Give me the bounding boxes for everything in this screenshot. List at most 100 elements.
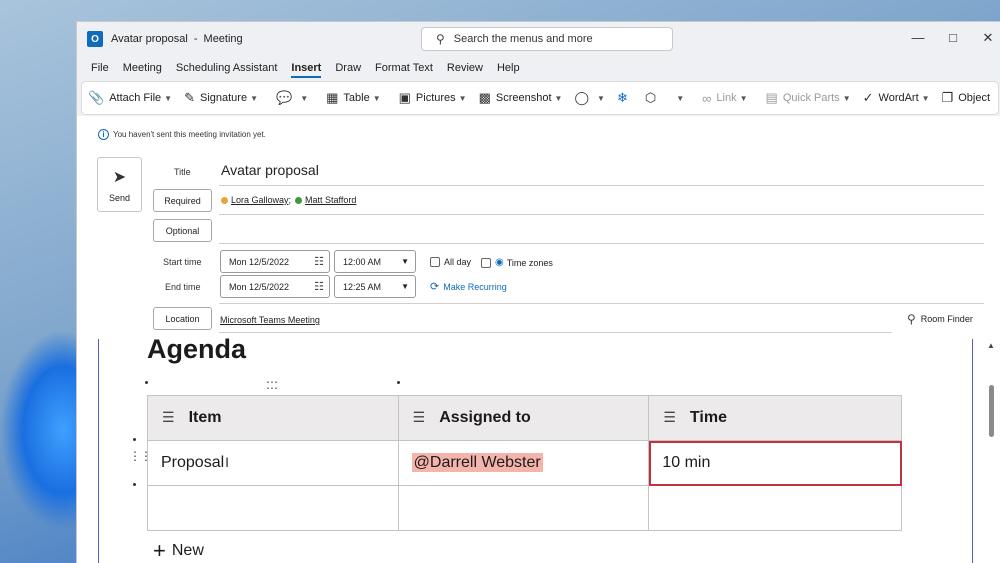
screenshot-icon: ▩	[478, 90, 491, 105]
start-time-value: 12:00 AM	[343, 256, 382, 267]
caret-down-icon: ▼	[401, 257, 409, 266]
table-row: ProposalI @Darrell Webster 10 min	[147, 440, 902, 486]
icons-icon: ❄	[616, 90, 628, 105]
menu-meeting[interactable]: Meeting	[116, 56, 169, 80]
location-button[interactable]: Location	[153, 307, 212, 330]
time-zones-label: Time zones	[506, 257, 553, 268]
3d-models-button[interactable]: ⬡	[639, 85, 667, 111]
start-time-dropdown[interactable]: 12:00 AM ▼	[334, 250, 416, 273]
table-move-handle[interactable]: ⋯ ⋯	[266, 376, 278, 394]
attendee-separator: ;	[288, 195, 292, 205]
icons-button[interactable]: ❄	[611, 85, 639, 111]
end-time-value: 12:25 AM	[343, 281, 382, 292]
required-underline	[219, 214, 984, 215]
attendee-chip[interactable]: Lora Galloway;	[221, 195, 295, 205]
recurrence-icon: ⟳	[430, 281, 440, 293]
menu-review[interactable]: Review	[440, 56, 490, 80]
start-date-value: Mon 12/5/2022	[229, 256, 290, 267]
checkbox-box	[481, 257, 491, 268]
message-body[interactable]: Agenda ⋯ ⋯ ⋮⋮ ☰ Item ☰ Assigned to ☰ Time Pr…	[98, 334, 973, 563]
attach-file-button[interactable]: 📎 Attach File ▼	[82, 85, 178, 111]
checkbox-box	[430, 257, 440, 267]
agenda-table[interactable]: ☰ Item ☰ Assigned to ☰ Time ProposalI @Darr…	[147, 395, 902, 531]
assigned-cell[interactable]	[397, 485, 650, 531]
new-row-label: New	[171, 542, 204, 559]
menu-help[interactable]: Help	[490, 56, 527, 80]
scrollbar-thumb[interactable]	[989, 385, 994, 437]
optional-underline	[219, 243, 984, 244]
assigned-cell[interactable]: @Darrell Webster	[397, 440, 650, 486]
text-lines-icon: ☰	[663, 409, 676, 425]
more-visuals-dropdown[interactable]: ▼	[667, 85, 690, 111]
required-attendees[interactable]: Lora Galloway; Matt Stafford	[221, 195, 356, 205]
time-zones-checkbox[interactable]: ◉ Time zones	[481, 257, 553, 268]
item-cell[interactable]: ProposalI	[147, 440, 399, 486]
end-date-picker[interactable]: Mon 12/5/2022 ☷	[220, 275, 330, 298]
search-box[interactable]: ⚲ Search the menus and more	[421, 27, 673, 51]
scroll-up-icon[interactable]: ▲	[987, 341, 995, 350]
column-header-item[interactable]: ☰ Item	[147, 395, 399, 441]
start-date-picker[interactable]: Mon 12/5/2022 ☷	[220, 250, 330, 273]
calendar-icon: ☷	[314, 281, 324, 293]
search-icon: ⚲	[436, 32, 445, 46]
title-input[interactable]: Avatar proposal	[221, 162, 319, 178]
wordart-icon: ✓	[862, 90, 874, 105]
menu-insert[interactable]: Insert	[284, 56, 328, 80]
maximize-button[interactable]: □	[943, 30, 963, 45]
all-day-checkbox[interactable]: All day	[430, 257, 471, 267]
calendar-icon: ☷	[314, 256, 324, 268]
table-button[interactable]: ▦ Table ▼	[320, 85, 387, 111]
wordart-button[interactable]: ✓ WordArt ▼	[857, 85, 936, 111]
layout-marker	[145, 381, 148, 384]
link-button[interactable]: ∞ Link ▼	[696, 85, 753, 111]
meeting-window: O Avatar proposal - Meeting ⚲ Search the m…	[76, 21, 1000, 563]
object-icon: ❐	[941, 90, 954, 105]
menu-scheduling-assistant[interactable]: Scheduling Assistant	[169, 56, 285, 80]
paperclip-icon: 📎	[88, 90, 105, 105]
end-time-dropdown[interactable]: 12:25 AM ▼	[334, 275, 416, 298]
item-cell[interactable]	[147, 485, 399, 531]
link-icon: ∞	[702, 90, 712, 106]
optional-button[interactable]: Optional	[153, 219, 212, 242]
make-recurring-button[interactable]: ⟳ Make Recurring	[430, 280, 507, 293]
quick-parts-button[interactable]: ▤ Quick Parts ▼	[760, 85, 857, 111]
chevron-down-icon: ▼	[164, 93, 173, 103]
object-button[interactable]: ❐ Object	[936, 85, 996, 111]
column-header-time[interactable]: ☰ Time	[648, 395, 902, 441]
time-cell[interactable]: 10 min	[648, 440, 902, 486]
cube-icon: ⬡	[644, 90, 657, 105]
outlook-logo-icon: O	[87, 31, 103, 47]
new-row-button[interactable]: + New	[153, 538, 204, 563]
required-button[interactable]: Required	[153, 189, 212, 212]
menu-format-text[interactable]: Format Text	[368, 56, 440, 80]
room-finder-button[interactable]: ⚲ Room Finder	[907, 312, 973, 326]
location-input[interactable]: Microsoft Teams Meeting	[220, 315, 320, 325]
presence-away-icon	[221, 196, 228, 204]
menu-draw[interactable]: Draw	[328, 56, 368, 80]
close-button[interactable]: ✕	[978, 30, 998, 46]
object-label: Object	[958, 92, 991, 104]
shapes-button[interactable]: ◯ ▼	[568, 85, 610, 111]
body-scrollbar[interactable]: ▲	[985, 339, 997, 563]
all-day-label: All day	[444, 257, 472, 267]
title-underline	[219, 185, 984, 186]
column-header-assigned-to[interactable]: ☰ Assigned to	[397, 395, 650, 441]
emoji-button[interactable]: 💬 ▼	[270, 85, 314, 111]
time-cell[interactable]	[648, 485, 902, 531]
screenshot-button[interactable]: ▩ Screenshot ▼	[473, 85, 569, 111]
attendee-chip[interactable]: Matt Stafford	[295, 195, 356, 205]
search-placeholder: Search the menus and more	[453, 33, 593, 45]
minimize-button[interactable]: —	[908, 30, 928, 45]
send-arrow-icon: ➤	[112, 168, 127, 186]
chevron-down-icon: ▼	[300, 93, 309, 103]
pictures-button[interactable]: ▣ Pictures ▼	[393, 85, 473, 111]
mention-chip[interactable]: @Darrell Webster	[411, 453, 543, 472]
screenshot-label: Screenshot	[495, 92, 552, 104]
signature-button[interactable]: ✎ Signature ▼	[178, 85, 264, 111]
signature-label: Signature	[199, 92, 248, 104]
chevron-down-icon: ▼	[842, 93, 851, 103]
menu-file[interactable]: File	[77, 56, 116, 80]
plus-icon: +	[153, 538, 166, 563]
send-button[interactable]: ➤ Send	[97, 157, 142, 212]
chevron-down-icon: ▼	[554, 93, 563, 103]
